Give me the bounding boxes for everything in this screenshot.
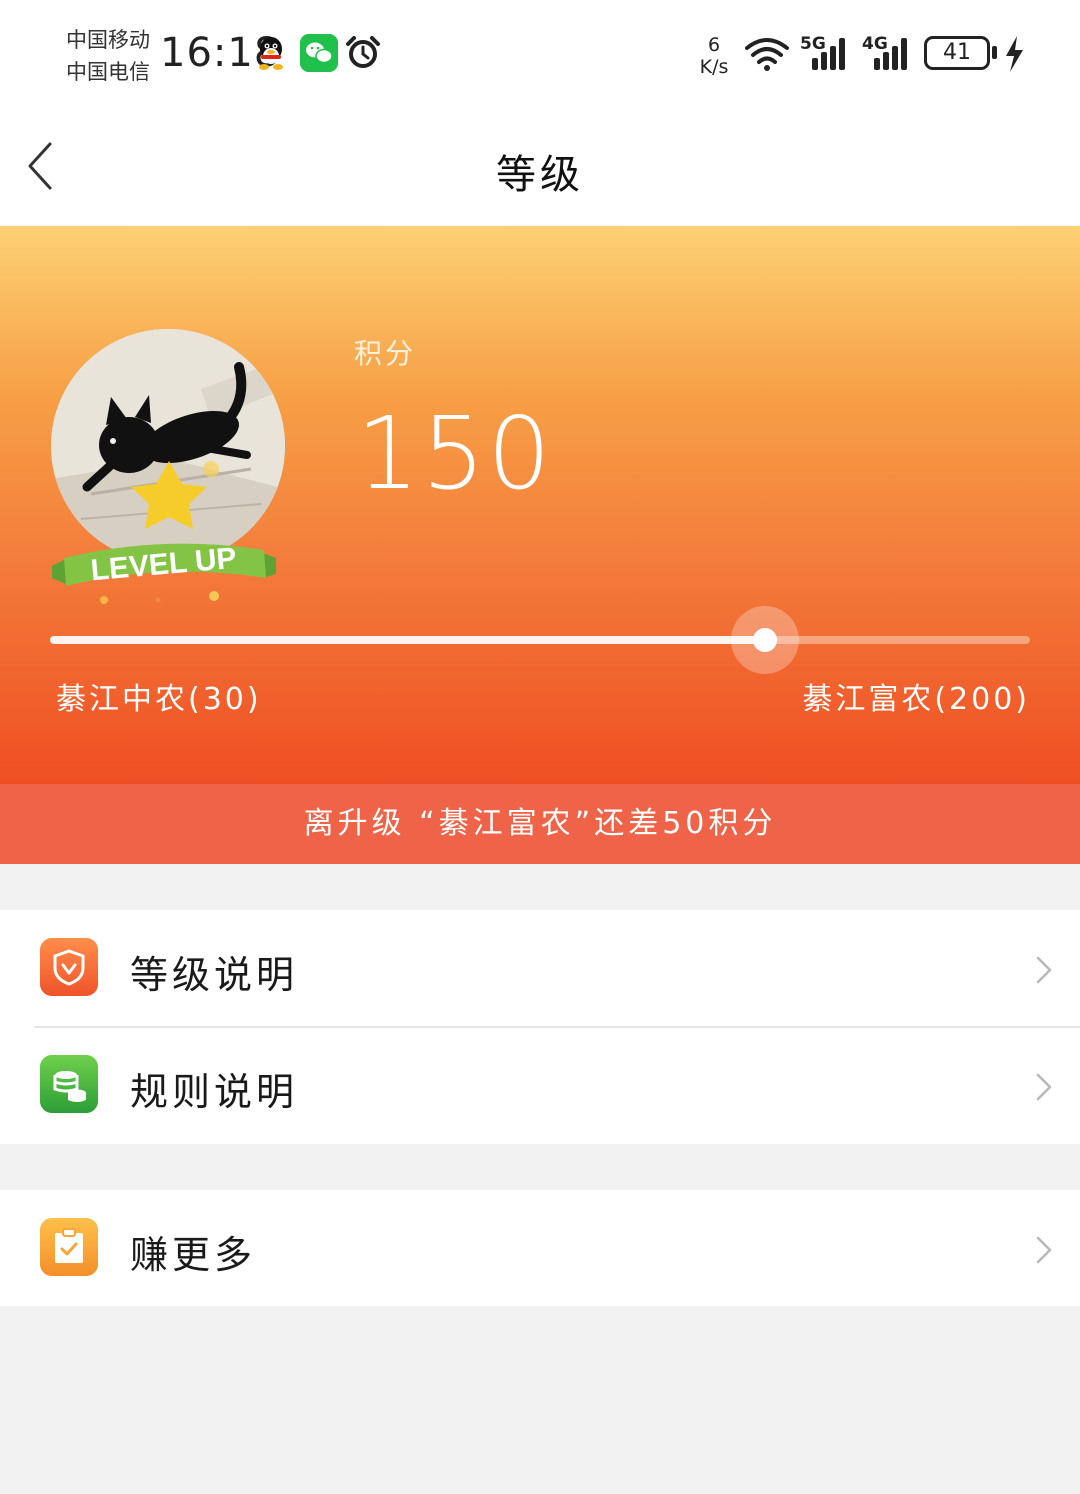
- page: 中国移动 中国电信 16:18 6 K/s 5G 4G 41 等级 LEVEL …: [0, 0, 1080, 1494]
- upgrade-remaining-banner: 离升级 “綦江富农”还差50积分: [0, 784, 1080, 864]
- level-up-badge: LEVEL UP: [52, 542, 276, 604]
- network-speed-value: 6: [707, 34, 721, 56]
- menu-group-1: 等级说明 规则说明: [0, 910, 1080, 1144]
- menu-item-rules-description[interactable]: 规则说明: [0, 1027, 1080, 1144]
- charging-bolt-icon: [1006, 36, 1023, 72]
- signal-5g: 5G: [800, 34, 854, 72]
- score-value: 150: [356, 395, 553, 512]
- level-progress-bar: [50, 606, 1030, 674]
- wifi-icon: [745, 38, 789, 71]
- level-up-text: LEVEL UP: [89, 542, 237, 588]
- menu-item-label: 等级说明: [130, 953, 299, 997]
- nav-bar: 等级: [0, 110, 1080, 226]
- menu-item-level-description[interactable]: 等级说明: [0, 910, 1080, 1028]
- network-speed: 6 K/s: [692, 34, 736, 78]
- signal-icon: [812, 38, 845, 70]
- wechat-icon: [300, 34, 338, 72]
- signal-icon: [874, 38, 907, 70]
- level-progress-knob: [731, 606, 799, 674]
- score-label: 积分: [354, 337, 417, 370]
- page-title: 等级: [496, 152, 584, 198]
- menu-item-label: 规则说明: [130, 1070, 299, 1114]
- carrier-info: 中国移动 中国电信: [66, 24, 150, 88]
- coins-icon: [40, 1055, 98, 1113]
- carrier-1: 中国移动: [66, 28, 150, 52]
- battery-level: 41: [943, 40, 971, 65]
- next-level-label: 綦江富农(200): [802, 682, 1030, 717]
- signal-4g: 4G: [862, 34, 916, 72]
- network-speed-unit: K/s: [699, 56, 729, 78]
- menu-group-2: 赚更多: [0, 1190, 1080, 1306]
- battery-tip: [992, 46, 997, 59]
- battery-icon: 41: [924, 36, 990, 70]
- chevron-right-icon: [1036, 956, 1052, 984]
- menu-item-label: 赚更多: [130, 1233, 257, 1277]
- chevron-right-icon: [1036, 1236, 1052, 1264]
- carrier-2: 中国电信: [66, 60, 150, 84]
- avatar-wrap: LEVEL UP: [48, 326, 290, 616]
- menu-item-earn-more[interactable]: 赚更多: [0, 1190, 1080, 1306]
- shield-icon: [40, 938, 98, 996]
- level-progress-fill: [50, 636, 765, 644]
- clipboard-check-icon: [40, 1218, 98, 1276]
- status-bar: 中国移动 中国电信 16:18 6 K/s 5G 4G 41: [0, 0, 1080, 110]
- chevron-right-icon: [1036, 1073, 1052, 1101]
- qq-icon: [259, 37, 283, 70]
- alarm-icon: [346, 36, 380, 68]
- level-hero: LEVEL UP 积分 150 綦江中农(30) 綦江富农(200): [0, 226, 1080, 784]
- current-level-label: 綦江中农(30): [56, 682, 262, 717]
